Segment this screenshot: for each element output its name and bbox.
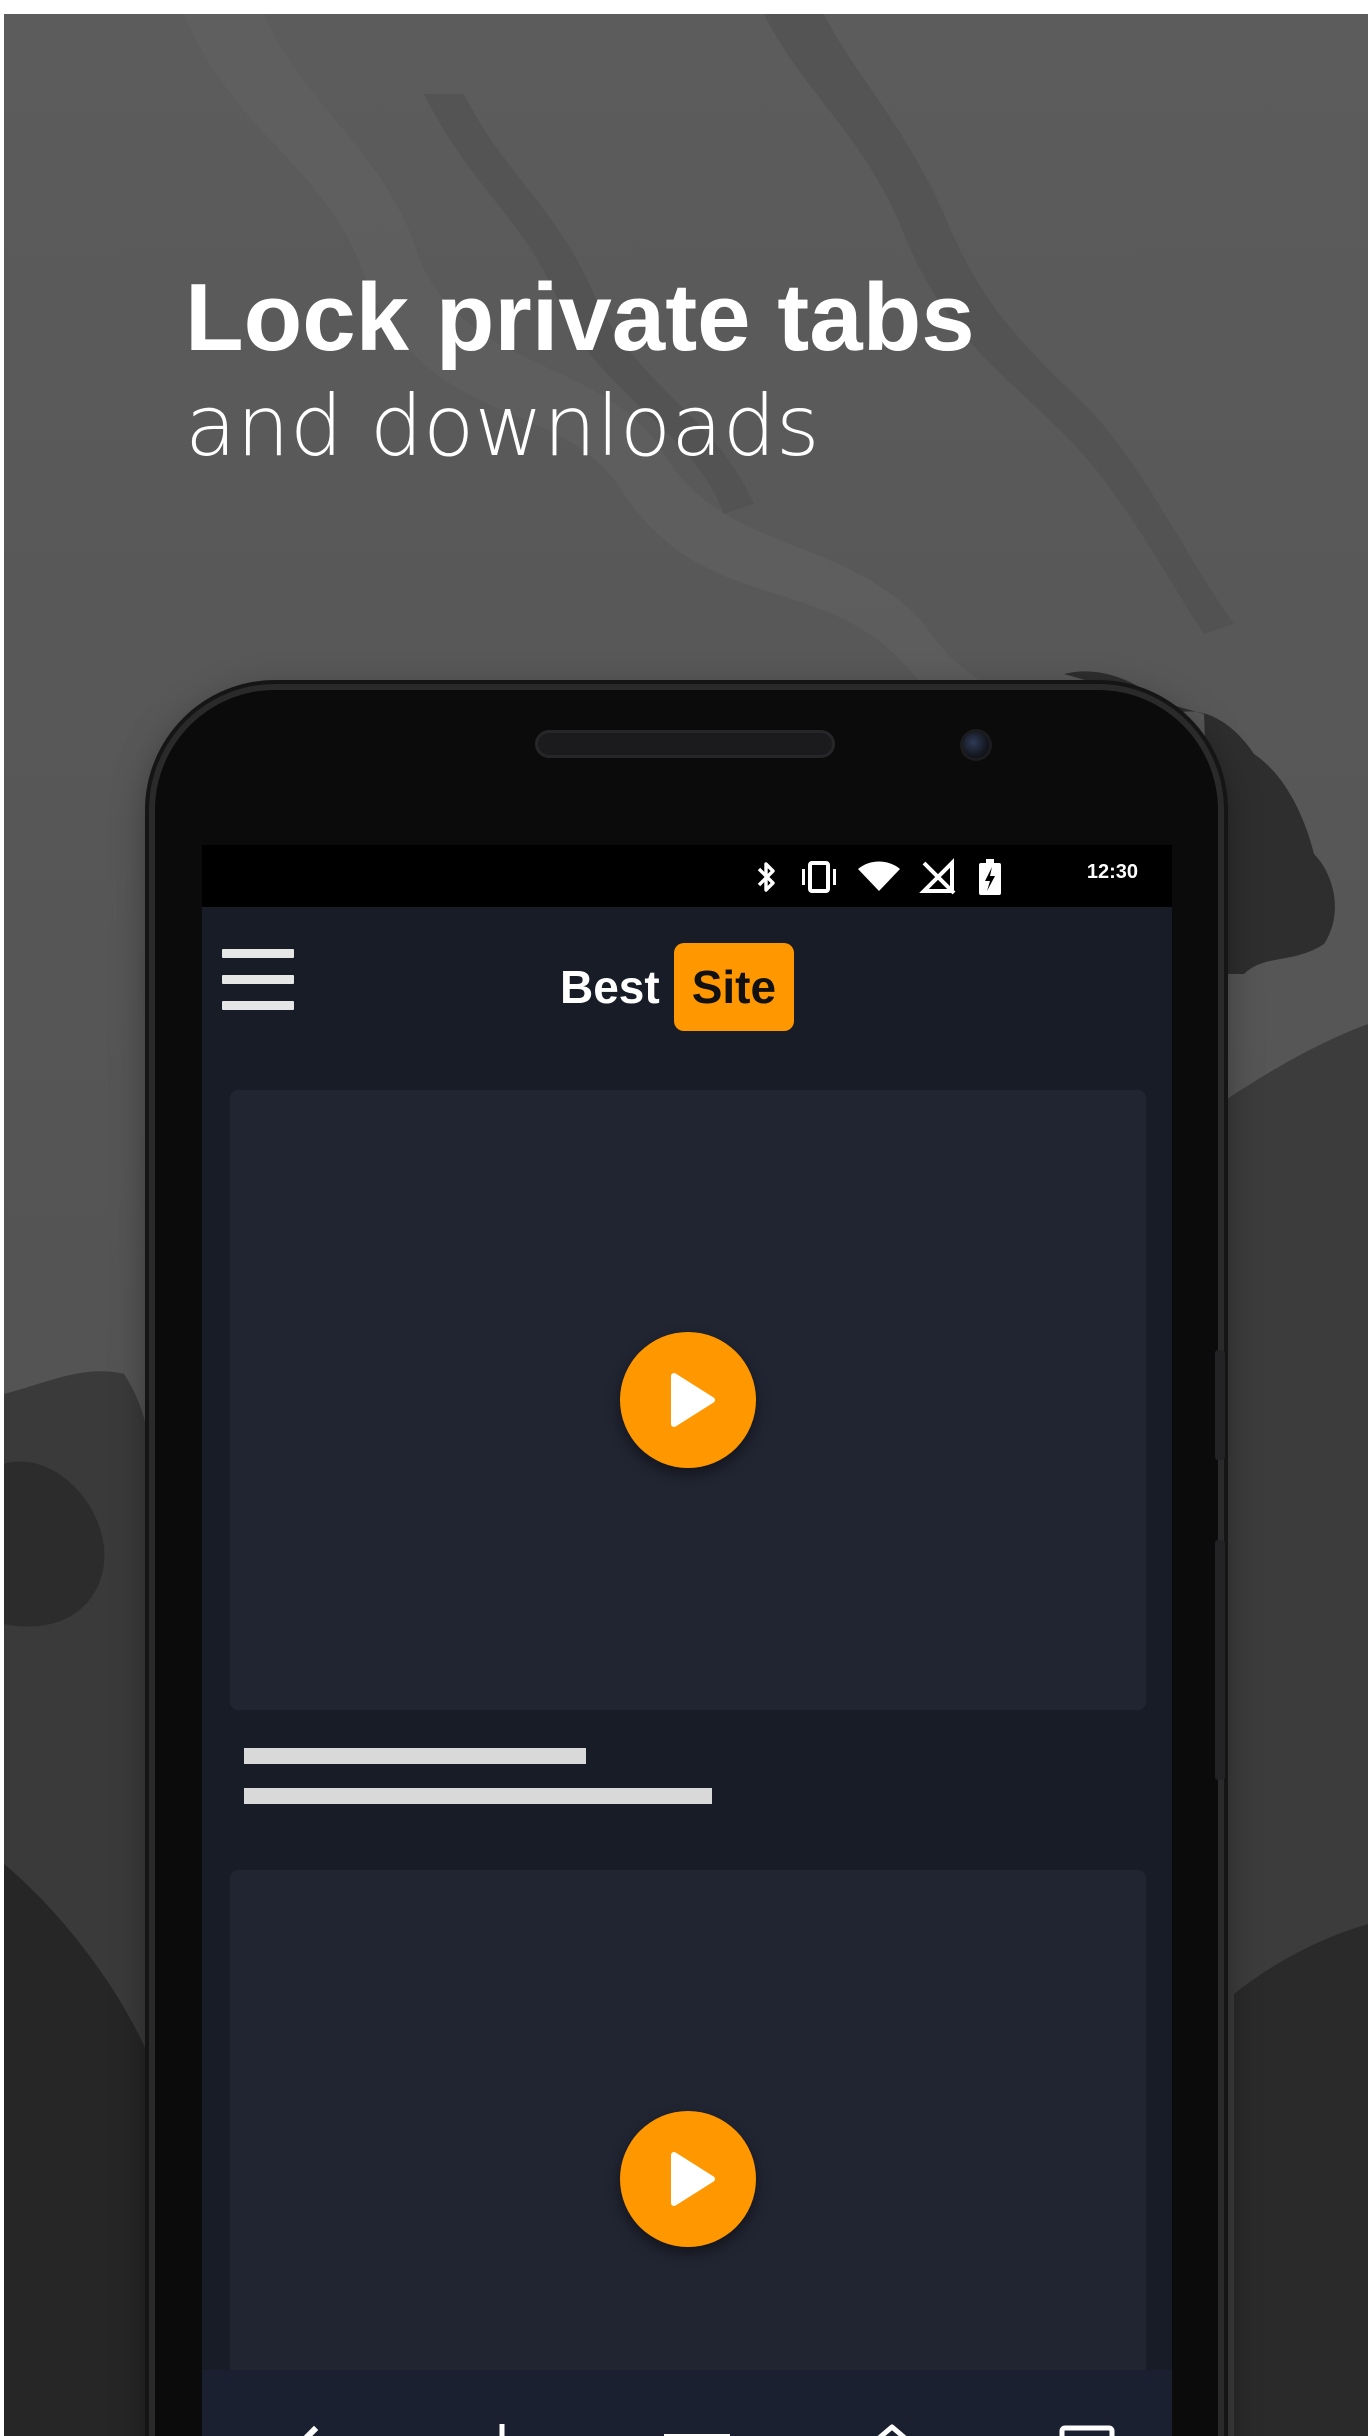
headline-line-1: Lock private tabs: [185, 264, 975, 371]
vibrate-icon: [802, 861, 836, 893]
play-button-2[interactable]: [620, 2111, 756, 2247]
menu-bar-bottom: [222, 1001, 294, 1010]
play-icon: [671, 2152, 715, 2206]
no-signal-icon: [919, 858, 956, 895]
headline-line-2: and downloads: [185, 377, 820, 475]
menu-bar-middle: [222, 975, 294, 984]
phone-mockup: 12:30 Best Site: [155, 690, 1225, 2436]
phone-side-button-upper: [1215, 1350, 1225, 1460]
bluetooth-icon: [757, 862, 775, 892]
menu-icon: [664, 2434, 730, 2436]
site-logo[interactable]: Best Site: [560, 941, 795, 1033]
video-title-placeholder-line-2: [244, 1788, 712, 1804]
logo-text-best: Best: [560, 961, 660, 1013]
home-button[interactable]: [847, 2410, 937, 2436]
status-bar: 12:30: [202, 845, 1172, 907]
phone-earpiece: [535, 730, 835, 758]
hamburger-menu-button[interactable]: [222, 945, 298, 1015]
downloads-button[interactable]: [457, 2410, 547, 2436]
menu-button[interactable]: [652, 2410, 742, 2436]
battery-charging-icon: [979, 859, 1001, 895]
phone-screen: 12:30 Best Site: [202, 845, 1172, 2436]
video-card-1[interactable]: [230, 1090, 1146, 1710]
back-icon: [303, 2425, 319, 2436]
video-card-2[interactable]: [230, 1870, 1146, 2430]
wifi-icon: [858, 861, 900, 891]
play-icon: [671, 1373, 715, 1427]
menu-bar-top: [222, 949, 294, 958]
download-icon: [499, 2424, 505, 2436]
home-icon: [877, 2424, 907, 2436]
video-title-placeholder-line-1: [244, 1748, 586, 1764]
play-button-1[interactable]: [620, 1332, 756, 1468]
tabs-button[interactable]: [1042, 2410, 1132, 2436]
status-time: 12:30: [1086, 861, 1138, 883]
app-header: Best Site: [202, 907, 1172, 1077]
promo-screen: Lock private tabs and downloads 12:30 Be…: [0, 0, 1368, 2436]
tabs-icon: [1059, 2425, 1115, 2436]
phone-side-button-lower: [1215, 1540, 1225, 1780]
promo-headline: Lock private tabs and downloads: [185, 262, 975, 478]
bottom-navigation-bar: [202, 2370, 1172, 2436]
logo-text-site: Site: [673, 943, 795, 1031]
back-button[interactable]: [262, 2410, 352, 2436]
front-camera-icon: [963, 732, 989, 758]
